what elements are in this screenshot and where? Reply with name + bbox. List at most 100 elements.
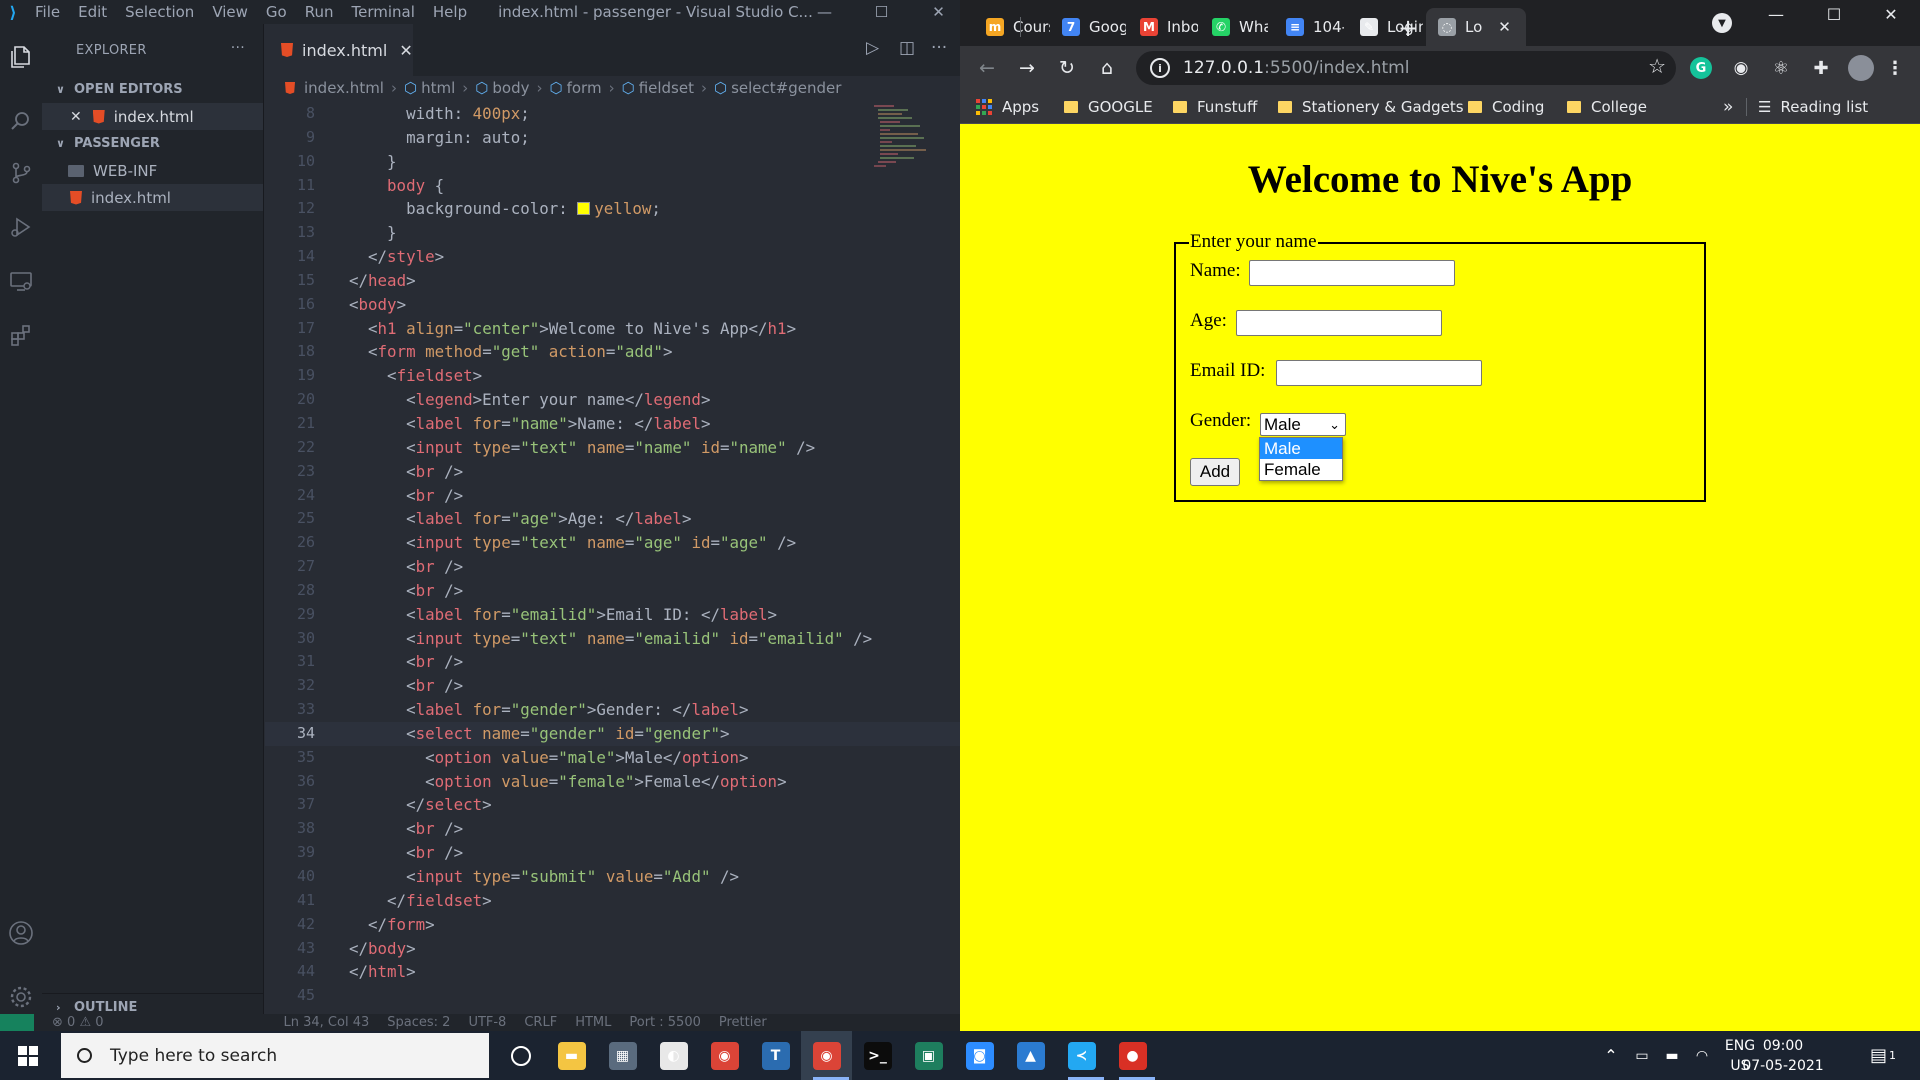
maximize-icon[interactable]: ☐ — [1805, 0, 1863, 28]
grammarly-icon[interactable]: G — [1690, 57, 1712, 79]
start-button[interactable] — [0, 1031, 56, 1080]
run-icon[interactable]: ▷ — [866, 38, 879, 58]
menu-go[interactable]: Go — [257, 3, 296, 21]
code-line[interactable]: 18 <form method="get" action="add"> — [265, 340, 960, 364]
code-line[interactable]: 25 <label for="age">Age: </label> — [265, 507, 960, 531]
site-info-icon[interactable]: i — [1150, 58, 1170, 78]
taskbar-app[interactable]: ◙ — [954, 1031, 1005, 1080]
bookmark-folder-college[interactable]: College — [1567, 90, 1647, 124]
browser-tab[interactable]: ✆ What — [1200, 8, 1268, 46]
end-of-line[interactable]: CRLF — [524, 1015, 557, 1030]
accounts-icon[interactable] — [0, 912, 42, 954]
breadcrumb-item[interactable]: html — [421, 79, 455, 97]
code-line[interactable]: 28 <br /> — [265, 579, 960, 603]
taskbar-app[interactable] — [495, 1031, 546, 1080]
taskbar-app[interactable]: ▣ — [903, 1031, 954, 1080]
code-line[interactable]: 29 <label for="emailid">Email ID: </labe… — [265, 603, 960, 627]
close-window-icon[interactable]: ✕ — [910, 0, 967, 24]
age-input[interactable] — [1236, 310, 1442, 336]
menu-help[interactable]: Help — [424, 3, 476, 21]
taskbar-search[interactable]: Type here to search — [61, 1033, 489, 1078]
code-line[interactable]: 12 background-color: yellow; — [265, 197, 960, 221]
home-icon[interactable]: ⌂ — [1093, 54, 1121, 82]
run-debug-icon[interactable] — [0, 206, 42, 248]
indentation[interactable]: Spaces: 2 — [387, 1015, 450, 1030]
tree-item-index-html[interactable]: index.html — [42, 184, 263, 211]
tab-index-html[interactable]: index.html ✕ — [265, 24, 413, 76]
notification-center-icon[interactable]: ▤ 1 — [1858, 1031, 1908, 1080]
breadcrumb-item[interactable]: fieldset — [639, 79, 694, 97]
settings-gear-icon[interactable] — [0, 976, 42, 1018]
code-line[interactable]: 34 <select name="gender" id="gender"> — [265, 721, 960, 746]
open-editor-item[interactable]: ✕ index.html — [42, 103, 263, 130]
browser-tab[interactable]: m Cours — [974, 8, 1050, 46]
extensions-puzzle-icon[interactable]: ✚ — [1810, 57, 1832, 79]
open-editors-section[interactable]: ∨ OPEN EDITORS — [42, 76, 263, 103]
tree-item-web-inf[interactable]: WEB-INF — [42, 157, 263, 184]
show-hidden-icons[interactable]: ⌃ — [1597, 1031, 1625, 1080]
source-control-icon[interactable] — [0, 152, 42, 194]
reload-icon[interactable]: ↻ — [1053, 54, 1081, 82]
code-line[interactable]: 26 <input type="text" name="age" id="age… — [265, 531, 960, 555]
menu-selection[interactable]: Selection — [116, 3, 203, 21]
language-mode[interactable]: HTML — [575, 1015, 611, 1030]
code-line[interactable]: 14 </style> — [265, 245, 960, 269]
menu-edit[interactable]: Edit — [69, 3, 116, 21]
code-line[interactable]: 45 — [265, 984, 960, 1008]
taskbar-app[interactable]: ◉ — [801, 1031, 852, 1080]
code-line[interactable]: 16 <body> — [265, 293, 960, 317]
code-line[interactable]: 44 </html> — [265, 960, 960, 984]
code-line[interactable]: 22 <input type="text" name="name" id="na… — [265, 436, 960, 460]
bookmark-star-icon[interactable]: ☆ — [1648, 54, 1666, 78]
bookmark-folder-funstuff[interactable]: Funstuff — [1173, 90, 1257, 124]
browser-tab[interactable]: ≡ 104-IT — [1274, 8, 1344, 46]
breadcrumb-item[interactable]: form — [567, 79, 602, 97]
more-actions-icon[interactable]: ··· — [231, 40, 245, 56]
code-line[interactable]: 8 width: 400px; — [265, 102, 960, 126]
explorer-icon[interactable] — [0, 36, 42, 78]
code-line[interactable]: 43 </body> — [265, 937, 960, 961]
add-button[interactable]: Add — [1190, 458, 1240, 486]
minimize-icon[interactable]: — — [1747, 0, 1805, 28]
code-line[interactable]: 24 <br /> — [265, 484, 960, 508]
code-line[interactable]: 42 </form> — [265, 913, 960, 937]
close-tab-icon[interactable]: ✕ — [399, 41, 412, 60]
code-line[interactable]: 37 </select> — [265, 793, 960, 817]
address-bar[interactable]: i 127.0.0.1:5500/index.html ☆ — [1136, 51, 1676, 85]
taskbar-app[interactable]: >_ — [852, 1031, 903, 1080]
code-line[interactable]: 33 <label for="gender">Gender: </label> — [265, 698, 960, 722]
code-line[interactable]: 23 <br /> — [265, 460, 960, 484]
battery-icon[interactable]: ▬ — [1658, 1031, 1686, 1080]
code-line[interactable]: 15 </head> — [265, 269, 960, 293]
wifi-icon[interactable]: ◠ — [1688, 1031, 1716, 1080]
menu-run[interactable]: Run — [296, 3, 343, 21]
maximize-icon[interactable]: ☐ — [853, 0, 910, 24]
minimap[interactable] — [872, 102, 932, 192]
code-line[interactable]: 30 <input type="text" name="emailid" id=… — [265, 627, 960, 651]
close-editor-icon[interactable]: ✕ — [70, 109, 82, 125]
gender-option-male[interactable]: Male — [1260, 438, 1342, 459]
taskbar-app[interactable]: ◉ — [699, 1031, 750, 1080]
code-line[interactable]: 39 <br /> — [265, 841, 960, 865]
code-line[interactable]: 19 <fieldset> — [265, 364, 960, 388]
close-tab-icon[interactable]: ✕ — [1498, 18, 1511, 36]
taskbar-app[interactable]: T — [750, 1031, 801, 1080]
code-line[interactable]: 40 <input type="submit" value="Add" /> — [265, 865, 960, 889]
live-server-port[interactable]: Port : 5500 — [629, 1015, 701, 1030]
chrome-menu-icon[interactable]: ⋮ — [1884, 57, 1906, 79]
gender-select[interactable]: Male ⌄ — [1260, 413, 1346, 436]
menu-terminal[interactable]: Terminal — [343, 3, 424, 21]
profile-avatar[interactable] — [1848, 55, 1874, 81]
back-icon[interactable]: ← — [973, 54, 1001, 82]
new-tab-icon[interactable]: + — [1390, 10, 1426, 46]
bookmarks-overflow-icon[interactable]: » — [1723, 90, 1733, 124]
code-line[interactable]: 31 <br /> — [265, 650, 960, 674]
clock[interactable]: 09:00 07-05-2021 — [1740, 1036, 1826, 1076]
remote-indicator-icon[interactable] — [0, 1014, 34, 1031]
close-window-icon[interactable]: ✕ — [1862, 0, 1920, 28]
split-editor-icon[interactable]: ◫ — [899, 38, 915, 58]
name-input[interactable] — [1249, 260, 1455, 286]
code-line[interactable]: 20 <legend>Enter your name</legend> — [265, 388, 960, 412]
search-icon[interactable] — [0, 100, 42, 142]
camera-icon[interactable]: ◉ — [1730, 57, 1752, 79]
